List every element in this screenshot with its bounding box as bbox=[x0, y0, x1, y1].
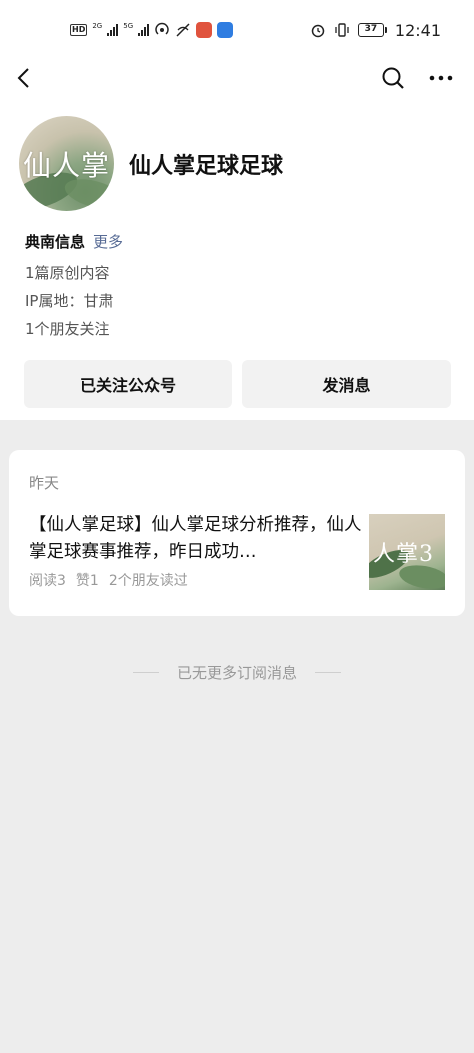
battery-icon: 37 bbox=[357, 23, 387, 37]
avatar[interactable]: 仙人掌 bbox=[19, 116, 114, 211]
app-notification-icon-2 bbox=[217, 22, 234, 38]
hotspot-icon bbox=[155, 22, 169, 35]
end-of-list: 已无更多订阅消息 bbox=[0, 662, 474, 683]
article-card[interactable]: 昨天 【仙人掌足球】仙人掌足球分析推荐，仙人掌足球赛事推荐，昨日成功… 阅读3 … bbox=[9, 450, 465, 616]
company-info: 典南信息 更多 bbox=[25, 231, 123, 252]
article-thumbnail[interactable]: 人掌3 bbox=[369, 514, 445, 590]
clock: 12:41 bbox=[394, 20, 441, 40]
company-name: 典南信息 bbox=[25, 233, 86, 251]
thumbnail-text: 人掌3 bbox=[373, 542, 434, 567]
more-button[interactable] bbox=[425, 62, 457, 94]
followed-button[interactable]: 已关注公众号 bbox=[24, 360, 232, 408]
original-count: 1篇原创内容 bbox=[25, 264, 110, 282]
divider-right bbox=[315, 672, 341, 673]
back-button[interactable] bbox=[8, 62, 40, 94]
search-button[interactable] bbox=[377, 62, 409, 94]
network-5g-label: 5G bbox=[123, 22, 134, 30]
search-icon bbox=[382, 67, 404, 89]
alarm-icon bbox=[311, 24, 325, 38]
nav-bar bbox=[0, 58, 474, 98]
article-title[interactable]: 【仙人掌足球】仙人掌足球分析推荐，仙人掌足球赛事推荐，昨日成功… bbox=[29, 512, 369, 566]
status-bar: HD 2G 5G 37 12:41 bbox=[0, 0, 474, 58]
friends-read: 2个朋友读过 bbox=[108, 573, 188, 589]
more-icon bbox=[429, 75, 453, 81]
more-link[interactable]: 更多 bbox=[93, 233, 123, 251]
article-meta: 阅读3 赞1 2个朋友读过 bbox=[29, 570, 188, 590]
wifi-off-icon bbox=[176, 23, 190, 37]
article-date: 昨天 bbox=[29, 474, 60, 492]
friends-following: 1个朋友关注 bbox=[25, 320, 110, 338]
send-message-button[interactable]: 发消息 bbox=[242, 360, 451, 408]
status-right: 37 12:41 bbox=[310, 18, 441, 42]
status-left: HD 2G 5G bbox=[70, 20, 234, 40]
read-count: 阅读3 bbox=[29, 573, 66, 589]
hd-badge: HD bbox=[70, 24, 88, 36]
avatar-text: 仙人掌 bbox=[22, 149, 110, 182]
app-notification-icon bbox=[196, 22, 213, 38]
battery-level: 37 bbox=[357, 23, 384, 37]
signal-icon-2 bbox=[138, 24, 150, 36]
like-count: 赞1 bbox=[75, 573, 99, 589]
signal-icon bbox=[107, 24, 119, 36]
end-text: 已无更多订阅消息 bbox=[176, 664, 297, 682]
network-2g-label: 2G bbox=[92, 22, 103, 30]
chevron-left-icon bbox=[17, 68, 29, 88]
vibrate-icon bbox=[335, 23, 349, 37]
divider-left bbox=[132, 672, 159, 673]
ip-location: IP属地：甘肃 bbox=[25, 292, 114, 310]
account-name: 仙人掌足球足球 bbox=[129, 154, 284, 179]
